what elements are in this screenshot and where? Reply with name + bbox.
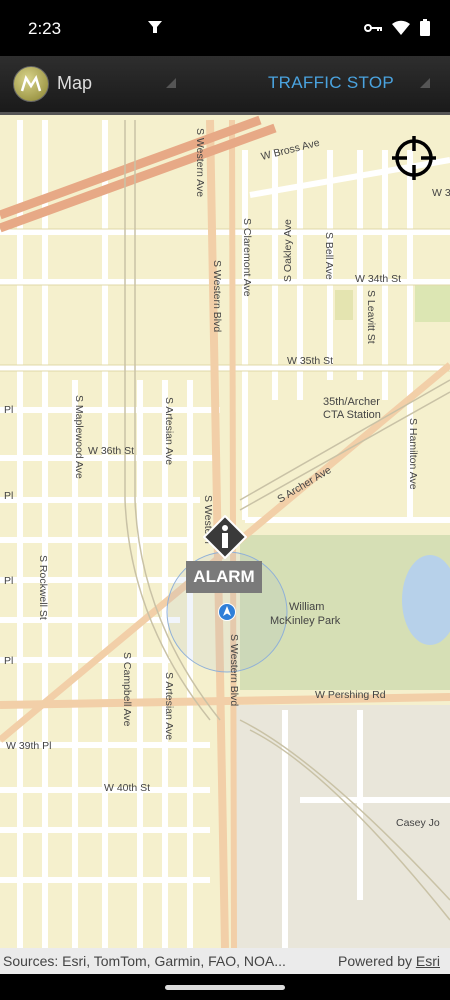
- street-label: S Maplewood Ave: [73, 395, 85, 479]
- street-label: W Pershing Rd: [315, 689, 386, 701]
- status-dropdown-corner-icon: [420, 78, 430, 88]
- unit-status-button[interactable]: TRAFFIC STOP: [268, 73, 394, 93]
- place-label: CTA Station: [323, 409, 381, 421]
- street-label: S Western Blvd: [228, 634, 240, 706]
- street-label: S Rockwell St: [37, 555, 49, 620]
- street-label: S Claremont Ave: [241, 218, 253, 297]
- street-label: W 34th St: [355, 273, 401, 285]
- street-label: W 3: [432, 187, 450, 199]
- powered-by-text: Powered by: [338, 953, 416, 969]
- street-label: S Bell Ave: [323, 232, 335, 280]
- street-label: Pl: [4, 575, 13, 587]
- vpn-key-icon: [364, 21, 382, 39]
- attribution-powered-by: Powered by Esri: [338, 953, 440, 969]
- street-label: S Campbell Ave: [121, 652, 133, 727]
- place-label: William: [289, 601, 324, 613]
- street-label: Casey Jo: [396, 817, 440, 829]
- map-attribution: Sources: Esri, TomTom, Garmin, FAO, NOA.…: [0, 948, 450, 974]
- crosshair-icon[interactable]: [391, 135, 437, 181]
- dropdown-corner-icon: [166, 78, 176, 88]
- info-icon[interactable]: [202, 514, 248, 560]
- wifi-icon: [392, 20, 410, 40]
- incident-label[interactable]: ALARM: [186, 561, 262, 593]
- street-label: Pl: [4, 404, 13, 416]
- notification-fork-icon: [146, 18, 164, 41]
- street-label: Pl: [4, 655, 13, 667]
- street-label: S Leavitt St: [365, 290, 377, 344]
- street-label: W 35th St: [287, 355, 333, 367]
- battery-icon: [420, 18, 430, 41]
- street-label: S Artesian Ave: [163, 672, 175, 740]
- street-label: W 40th St: [104, 782, 150, 794]
- street-label: S Western Blvd: [211, 260, 223, 332]
- street-label: W 36th St: [88, 445, 134, 457]
- app-bar: Map TRAFFIC STOP: [0, 56, 450, 115]
- app-title[interactable]: Map: [57, 73, 92, 94]
- attribution-sources: Sources: Esri, TomTom, Garmin, FAO, NOA.…: [3, 953, 286, 969]
- place-label: McKinley Park: [270, 615, 341, 627]
- status-time: 2:23: [28, 19, 62, 38]
- street-label: W 39th Pl: [6, 740, 52, 752]
- system-nav-bar: [0, 974, 450, 1000]
- home-gesture-handle[interactable]: [165, 985, 285, 990]
- street-label: W Bross Ave: [260, 137, 321, 163]
- street-label: S Western Ave: [194, 128, 206, 197]
- street-label: S Artesian Ave: [163, 397, 175, 465]
- place-label: 35th/Archer: [323, 396, 380, 408]
- street-label: S Hamilton Ave: [407, 418, 419, 490]
- current-location-icon: [218, 603, 236, 621]
- motorola-logo-icon[interactable]: [13, 66, 49, 102]
- street-label: Pl: [4, 490, 13, 502]
- status-bar: 2:23: [0, 0, 450, 56]
- street-label: S Oakley Ave: [282, 219, 294, 282]
- esri-link[interactable]: Esri: [416, 953, 440, 969]
